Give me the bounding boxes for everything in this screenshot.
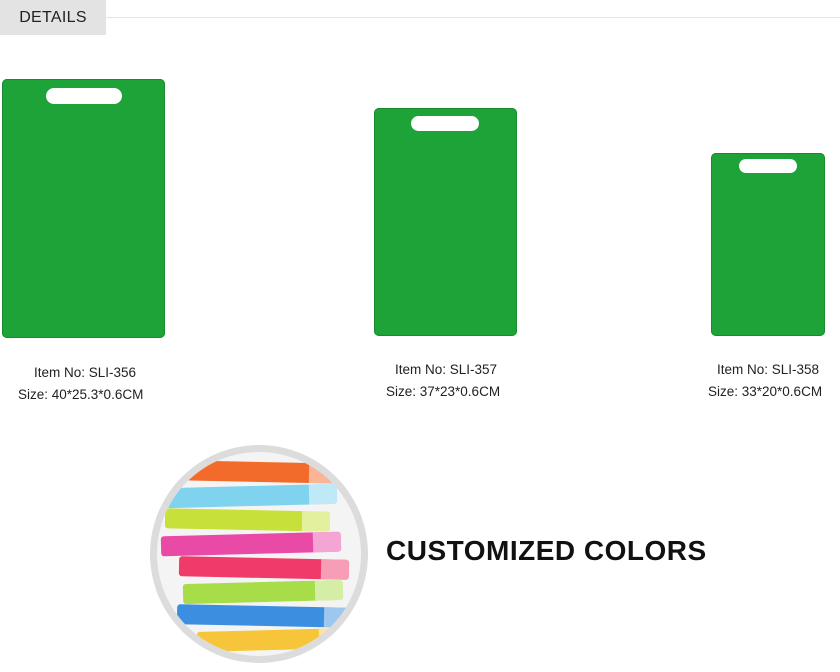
colored-board-layer <box>186 460 338 484</box>
header-divider <box>106 17 840 18</box>
colored-board-layer <box>176 604 353 628</box>
colored-board-layer <box>178 556 350 580</box>
item-size: Size: 40*25.3*0.6CM <box>18 387 144 402</box>
cutting-board-image-medium <box>374 108 517 336</box>
board-layer-edge <box>318 628 348 649</box>
item-number: Item No: SLI-357 <box>395 362 498 377</box>
item-size: Size: 37*23*0.6CM <box>386 384 501 399</box>
cutting-board-image-small <box>711 153 825 336</box>
product-caption-1: Item No: SLI-356 Size: 40*25.3*0.6CM <box>18 362 143 406</box>
colored-boards-stack <box>157 452 361 656</box>
details-tab[interactable]: DETAILS <box>0 0 106 35</box>
colored-boards-circle-image <box>150 445 368 663</box>
board-layer-edge <box>314 579 344 601</box>
board-layer-edge <box>308 483 338 505</box>
board-layer-edge <box>308 462 338 484</box>
colored-board-layer <box>160 531 342 557</box>
colored-board-layer <box>166 483 338 509</box>
board-handle-hole <box>411 116 479 131</box>
board-handle-hole <box>46 88 122 104</box>
details-tab-label: DETAILS <box>19 8 87 26</box>
item-size: Size: 33*20*0.6CM <box>708 384 823 399</box>
board-layer-edge <box>312 531 342 553</box>
colored-board-layer <box>182 579 344 605</box>
product-caption-2: Item No: SLI-357 Size: 37*23*0.6CM <box>386 359 500 403</box>
board-handle-hole <box>739 159 797 173</box>
colored-board-layer <box>164 508 331 532</box>
board-layer-edge <box>301 511 331 532</box>
item-number: Item No: SLI-358 <box>717 362 820 377</box>
cutting-board-image-large <box>2 79 165 338</box>
colored-board-layer <box>196 628 348 652</box>
board-layer-edge <box>320 559 350 580</box>
item-number: Item No: SLI-356 <box>34 365 137 380</box>
board-layer-edge <box>323 607 353 628</box>
customized-colors-heading: CUSTOMIZED COLORS <box>386 535 707 566</box>
product-caption-3: Item No: SLI-358 Size: 33*20*0.6CM <box>708 359 822 403</box>
